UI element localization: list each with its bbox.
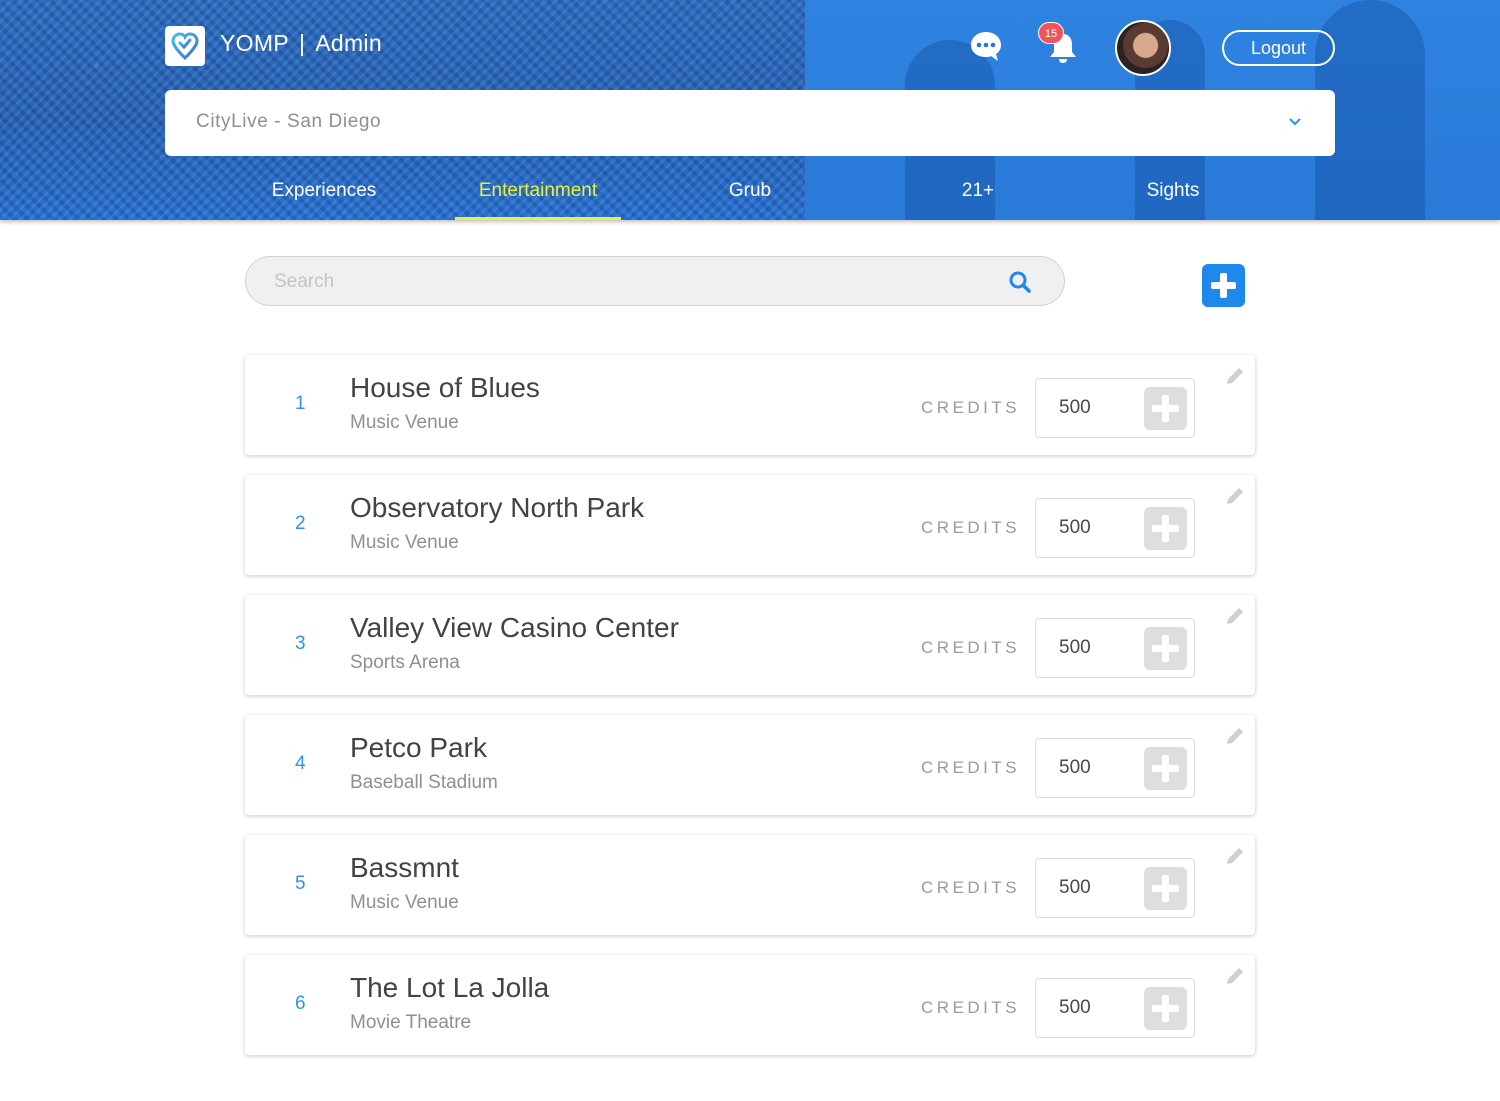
header: YOMP | Admin 15 Logout CityLive - San Dieg… xyxy=(0,0,1500,220)
credits-label: CREDITS xyxy=(921,878,1021,897)
item-name: House of Blues xyxy=(350,372,540,403)
item-index: 4 xyxy=(295,753,306,774)
item-name: Petco Park xyxy=(350,732,487,763)
add-venue-button[interactable] xyxy=(1202,264,1245,307)
credits-field[interactable]: 500 xyxy=(1035,858,1195,918)
tab-grub[interactable]: Grub xyxy=(720,180,780,220)
credits-value: 500 xyxy=(1059,397,1091,418)
list-item: 3 Valley View Casino Center Sports Arena… xyxy=(245,595,1255,695)
pencil-icon[interactable] xyxy=(1223,364,1247,388)
item-index: 6 xyxy=(295,993,306,1014)
item-type: Music Venue xyxy=(350,532,459,553)
credits-label: CREDITS xyxy=(921,998,1021,1017)
search-input[interactable] xyxy=(274,269,974,295)
item-name: Valley View Casino Center xyxy=(350,612,679,643)
list-item: 4 Petco Park Baseball Stadium CREDITS 50… xyxy=(245,715,1255,815)
chevron-down-icon xyxy=(1289,118,1301,126)
list-item: 2 Observatory North Park Music Venue CRE… xyxy=(245,475,1255,575)
item-type: Baseball Stadium xyxy=(350,772,498,793)
tab-21plus[interactable]: 21+ xyxy=(955,180,1001,220)
pencil-icon[interactable] xyxy=(1223,844,1247,868)
item-name: Bassmnt xyxy=(350,852,459,883)
add-credits-button[interactable] xyxy=(1144,747,1187,790)
chat-bubble-icon[interactable] xyxy=(969,30,1003,64)
pencil-icon[interactable] xyxy=(1223,724,1247,748)
tab-experiences[interactable]: Experiences xyxy=(266,180,382,220)
logout-button[interactable]: Logout xyxy=(1222,30,1335,66)
item-type: Sports Arena xyxy=(350,652,460,673)
add-credits-button[interactable] xyxy=(1144,987,1187,1030)
tab-entertainment[interactable]: Entertainment xyxy=(455,180,621,220)
item-index: 1 xyxy=(295,393,306,414)
add-credits-button[interactable] xyxy=(1144,627,1187,670)
notification-badge: 15 xyxy=(1038,22,1064,44)
category-tabs: Experiences Entertainment Grub 21+ Sight… xyxy=(0,170,1500,220)
item-type: Music Venue xyxy=(350,892,459,913)
credits-value: 500 xyxy=(1059,997,1091,1018)
pencil-icon[interactable] xyxy=(1223,604,1247,628)
search-bar xyxy=(245,256,1065,306)
add-credits-button[interactable] xyxy=(1144,867,1187,910)
brand-section: Admin xyxy=(315,30,382,56)
credits-field[interactable]: 500 xyxy=(1035,738,1195,798)
credits-label: CREDITS xyxy=(921,758,1021,777)
logo-heart-pin-icon xyxy=(171,32,199,60)
credits-label: CREDITS xyxy=(921,638,1021,657)
item-index: 2 xyxy=(295,513,306,534)
item-index: 3 xyxy=(295,633,306,654)
logo[interactable] xyxy=(165,26,205,66)
credits-value: 500 xyxy=(1059,517,1091,538)
credits-value: 500 xyxy=(1059,637,1091,658)
item-name: Observatory North Park xyxy=(350,492,645,523)
city-select[interactable]: CityLive - San Diego xyxy=(165,90,1335,156)
credits-label: CREDITS xyxy=(921,398,1021,417)
credits-field[interactable]: 500 xyxy=(1035,618,1195,678)
item-type: Movie Theatre xyxy=(350,1012,472,1033)
credits-value: 500 xyxy=(1059,877,1091,898)
brand-title: YOMP | Admin xyxy=(220,30,382,57)
credits-field[interactable]: 500 xyxy=(1035,978,1195,1038)
list-item: 6 The Lot La Jolla Movie Theatre CREDITS… xyxy=(245,955,1255,1055)
item-index: 5 xyxy=(295,873,306,894)
list-item: 5 Bassmnt Music Venue CREDITS 500 xyxy=(245,835,1255,935)
pencil-icon[interactable] xyxy=(1223,484,1247,508)
list-item: 1 House of Blues Music Venue CREDITS 500 xyxy=(245,355,1255,455)
search-icon[interactable] xyxy=(1008,270,1032,294)
tab-sights[interactable]: Sights xyxy=(1140,180,1206,220)
avatar[interactable] xyxy=(1115,20,1171,76)
credits-field[interactable]: 500 xyxy=(1035,498,1195,558)
item-name: The Lot La Jolla xyxy=(350,972,550,1003)
credits-field[interactable]: 500 xyxy=(1035,378,1195,438)
brand-separator: | xyxy=(298,30,306,56)
credits-value: 500 xyxy=(1059,757,1091,778)
pencil-icon[interactable] xyxy=(1223,964,1247,988)
credits-label: CREDITS xyxy=(921,518,1021,537)
add-credits-button[interactable] xyxy=(1144,507,1187,550)
item-type: Music Venue xyxy=(350,412,459,433)
city-select-value: CityLive - San Diego xyxy=(196,111,382,132)
add-credits-button[interactable] xyxy=(1144,387,1187,430)
brand-name: YOMP xyxy=(220,30,289,56)
